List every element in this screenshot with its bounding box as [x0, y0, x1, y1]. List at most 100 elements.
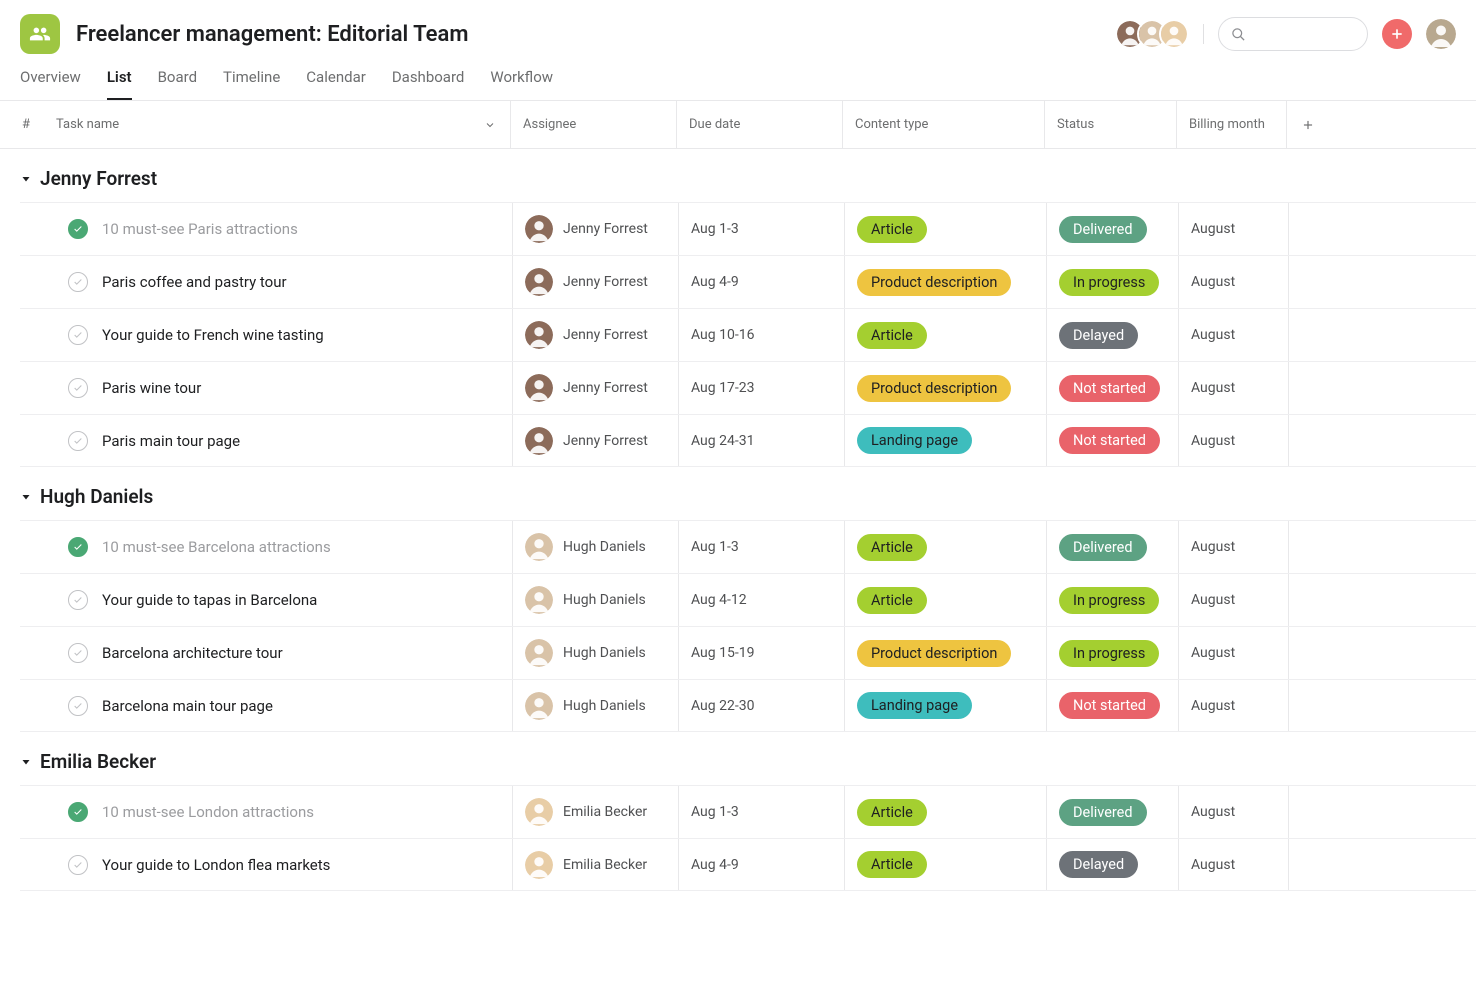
complete-toggle[interactable]: [68, 325, 88, 345]
tab-timeline[interactable]: Timeline: [223, 68, 280, 100]
column-due[interactable]: Due date: [676, 101, 842, 148]
content-type-cell[interactable]: Article: [844, 839, 1046, 890]
table-row[interactable]: 10 must-see Barcelona attractions Hugh D…: [20, 520, 1476, 573]
due-cell[interactable]: Aug 1-3: [678, 521, 844, 573]
complete-toggle[interactable]: [68, 590, 88, 610]
assignee-cell[interactable]: Emilia Becker: [512, 786, 678, 838]
due-cell[interactable]: Aug 15-19: [678, 627, 844, 679]
content-type-cell[interactable]: Article: [844, 574, 1046, 626]
tab-list[interactable]: List: [107, 68, 132, 100]
tab-board[interactable]: Board: [158, 68, 197, 100]
assignee-cell[interactable]: Hugh Daniels: [512, 574, 678, 626]
task-cell[interactable]: Paris main tour page: [42, 431, 512, 451]
billing-cell[interactable]: August: [1178, 309, 1288, 361]
table-row[interactable]: 10 must-see London attractions Emilia Be…: [20, 785, 1476, 838]
content-type-cell[interactable]: Article: [844, 786, 1046, 838]
content-type-cell[interactable]: Product description: [844, 256, 1046, 308]
task-cell[interactable]: 10 must-see Barcelona attractions: [42, 537, 512, 557]
billing-cell[interactable]: August: [1178, 203, 1288, 255]
complete-toggle[interactable]: [68, 378, 88, 398]
complete-toggle[interactable]: [68, 219, 88, 239]
task-cell[interactable]: Paris coffee and pastry tour: [42, 272, 512, 292]
complete-toggle[interactable]: [68, 431, 88, 451]
due-cell[interactable]: Aug 17-23: [678, 362, 844, 414]
complete-toggle[interactable]: [68, 802, 88, 822]
assignee-cell[interactable]: Jenny Forrest: [512, 362, 678, 414]
add-column[interactable]: [1286, 101, 1476, 148]
billing-cell[interactable]: August: [1178, 362, 1288, 414]
table-row[interactable]: 10 must-see Paris attractions Jenny Forr…: [20, 202, 1476, 255]
billing-cell[interactable]: August: [1178, 521, 1288, 573]
due-cell[interactable]: Aug 4-9: [678, 256, 844, 308]
complete-toggle[interactable]: [68, 696, 88, 716]
column-content-type[interactable]: Content type: [842, 101, 1044, 148]
billing-cell[interactable]: August: [1178, 415, 1288, 466]
assignee-cell[interactable]: Jenny Forrest: [512, 256, 678, 308]
assignee-cell[interactable]: Jenny Forrest: [512, 309, 678, 361]
status-cell[interactable]: In progress: [1046, 256, 1178, 308]
task-cell[interactable]: Your guide to tapas in Barcelona: [42, 590, 512, 610]
content-type-cell[interactable]: Product description: [844, 627, 1046, 679]
due-cell[interactable]: Aug 4-9: [678, 839, 844, 890]
complete-toggle[interactable]: [68, 272, 88, 292]
assignee-cell[interactable]: Jenny Forrest: [512, 415, 678, 466]
billing-cell[interactable]: August: [1178, 574, 1288, 626]
status-cell[interactable]: Not started: [1046, 415, 1178, 466]
content-type-cell[interactable]: Landing page: [844, 415, 1046, 466]
due-cell[interactable]: Aug 1-3: [678, 786, 844, 838]
table-row[interactable]: Paris main tour page Jenny Forrest Aug 2…: [20, 414, 1476, 467]
status-cell[interactable]: Not started: [1046, 362, 1178, 414]
task-cell[interactable]: Barcelona main tour page: [42, 696, 512, 716]
status-cell[interactable]: Delivered: [1046, 203, 1178, 255]
task-cell[interactable]: Your guide to French wine tasting: [42, 325, 512, 345]
content-type-cell[interactable]: Article: [844, 309, 1046, 361]
status-cell[interactable]: Delivered: [1046, 786, 1178, 838]
status-cell[interactable]: Delayed: [1046, 309, 1178, 361]
billing-cell[interactable]: August: [1178, 786, 1288, 838]
complete-toggle[interactable]: [68, 537, 88, 557]
billing-cell[interactable]: August: [1178, 627, 1288, 679]
member-avatar[interactable]: [1159, 19, 1189, 49]
due-cell[interactable]: Aug 4-12: [678, 574, 844, 626]
complete-toggle[interactable]: [68, 855, 88, 875]
task-cell[interactable]: 10 must-see Paris attractions: [42, 219, 512, 239]
billing-cell[interactable]: August: [1178, 839, 1288, 890]
table-row[interactable]: Barcelona main tour page Hugh Daniels Au…: [20, 679, 1476, 732]
assignee-cell[interactable]: Hugh Daniels: [512, 521, 678, 573]
column-task[interactable]: Task name: [40, 117, 510, 132]
billing-cell[interactable]: August: [1178, 680, 1288, 731]
task-cell[interactable]: 10 must-see London attractions: [42, 802, 512, 822]
content-type-cell[interactable]: Article: [844, 521, 1046, 573]
assignee-cell[interactable]: Emilia Becker: [512, 839, 678, 890]
content-type-cell[interactable]: Article: [844, 203, 1046, 255]
content-type-cell[interactable]: Product description: [844, 362, 1046, 414]
add-button[interactable]: [1382, 19, 1412, 49]
table-row[interactable]: Paris wine tour Jenny Forrest Aug 17-23 …: [20, 361, 1476, 414]
status-cell[interactable]: Delayed: [1046, 839, 1178, 890]
status-cell[interactable]: In progress: [1046, 627, 1178, 679]
table-row[interactable]: Your guide to tapas in Barcelona Hugh Da…: [20, 573, 1476, 626]
task-cell[interactable]: Paris wine tour: [42, 378, 512, 398]
tab-calendar[interactable]: Calendar: [306, 68, 366, 100]
due-cell[interactable]: Aug 22-30: [678, 680, 844, 731]
content-type-cell[interactable]: Landing page: [844, 680, 1046, 731]
tab-overview[interactable]: Overview: [20, 68, 81, 100]
column-assignee[interactable]: Assignee: [510, 101, 676, 148]
due-cell[interactable]: Aug 10-16: [678, 309, 844, 361]
search-input[interactable]: [1218, 17, 1368, 51]
status-cell[interactable]: Not started: [1046, 680, 1178, 731]
due-cell[interactable]: Aug 1-3: [678, 203, 844, 255]
task-cell[interactable]: Your guide to London flea markets: [42, 855, 512, 875]
section-header[interactable]: Jenny Forrest: [0, 149, 1476, 202]
table-row[interactable]: Barcelona architecture tour Hugh Daniels…: [20, 626, 1476, 679]
table-row[interactable]: Your guide to London flea markets Emilia…: [20, 838, 1476, 891]
task-cell[interactable]: Barcelona architecture tour: [42, 643, 512, 663]
collapse-icon[interactable]: [20, 173, 32, 185]
assignee-cell[interactable]: Jenny Forrest: [512, 203, 678, 255]
column-status[interactable]: Status: [1044, 101, 1176, 148]
collapse-icon[interactable]: [20, 756, 32, 768]
due-cell[interactable]: Aug 24-31: [678, 415, 844, 466]
table-row[interactable]: Paris coffee and pastry tour Jenny Forre…: [20, 255, 1476, 308]
billing-cell[interactable]: August: [1178, 256, 1288, 308]
status-cell[interactable]: In progress: [1046, 574, 1178, 626]
